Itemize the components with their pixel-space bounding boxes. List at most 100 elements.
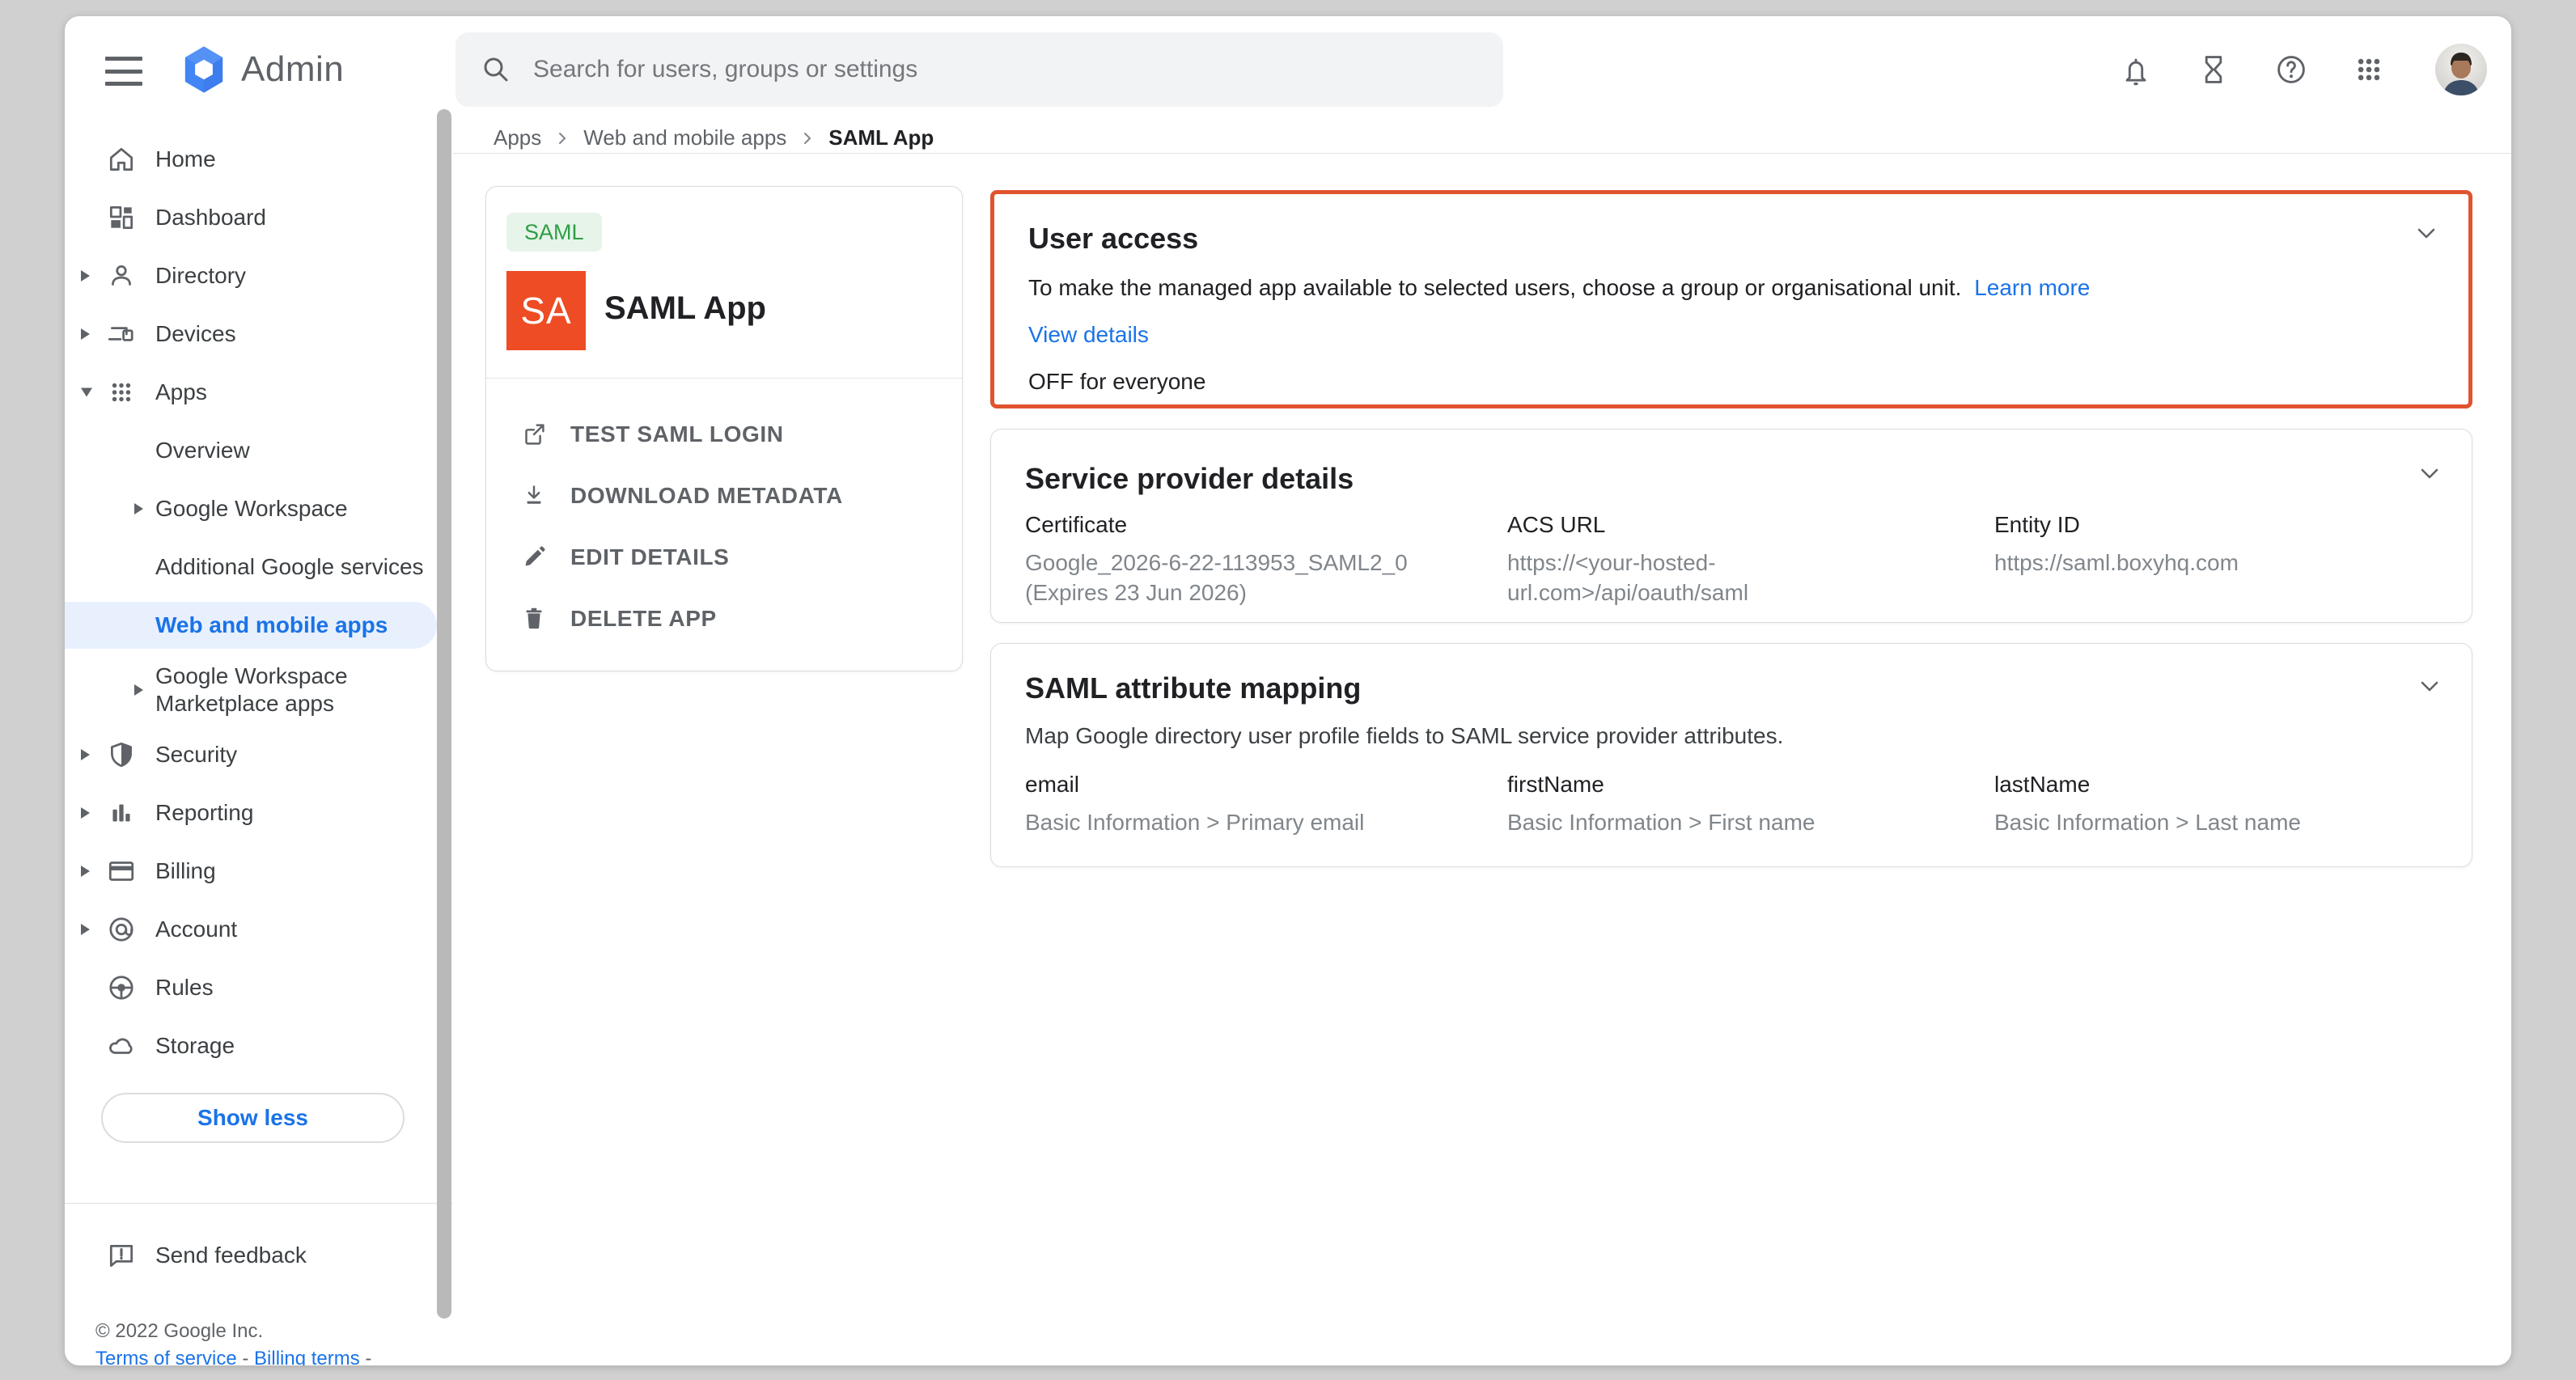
expand-right-icon	[81, 749, 90, 760]
bar-chart-icon	[104, 795, 139, 831]
expand-right-icon	[81, 807, 90, 819]
sidebar-item-directory[interactable]: Directory	[65, 247, 453, 305]
user-access-title: User access	[1028, 222, 1198, 256]
pencil-icon	[519, 542, 549, 573]
search-bar[interactable]	[455, 32, 1503, 107]
header-icon-buttons	[2116, 16, 2487, 123]
view-details-link[interactable]: View details	[1028, 322, 1149, 347]
learn-more-link[interactable]: Learn more	[1974, 275, 2090, 300]
app-title: SAML App	[604, 290, 766, 327]
feedback-icon	[104, 1238, 139, 1273]
sidebar-item-marketplace-apps[interactable]: Google Workspace Marketplace apps	[65, 654, 453, 726]
breadcrumb-web-and-mobile-apps[interactable]: Web and mobile apps	[583, 125, 786, 150]
dashboard-icon	[104, 200, 139, 235]
hamburger-menu-icon[interactable]	[105, 57, 142, 86]
show-less-button[interactable]: Show less	[101, 1093, 405, 1143]
top-app-bar: Admin	[65, 16, 2511, 123]
apps-grid-icon	[104, 375, 139, 410]
search-icon	[480, 53, 512, 86]
chevron-down-icon[interactable]	[2415, 671, 2444, 701]
admin-console-window: Admin	[65, 16, 2511, 1365]
breadcrumb-apps[interactable]: Apps	[494, 125, 541, 150]
download-metadata-button[interactable]: DOWNLOAD METADATA	[486, 465, 962, 527]
email-mapping-field: email Basic Information > Primary email	[1025, 772, 1494, 837]
saml-type-badge: SAML	[506, 213, 602, 252]
sidebar-item-storage[interactable]: Storage	[65, 1017, 453, 1075]
sidebar-item-account[interactable]: Account	[65, 900, 453, 959]
sidebar-item-web-and-mobile-apps[interactable]: Web and mobile apps	[65, 596, 453, 654]
devices-icon	[104, 316, 139, 352]
expand-right-icon	[81, 924, 90, 935]
entity-id-field: Entity ID https://saml.boxyhq.com	[1994, 512, 2464, 578]
trash-icon	[519, 603, 549, 634]
app-summary-card: SAML SA SAML App TEST SAML LOGIN	[485, 186, 963, 671]
attribute-mapping-card: SAML attribute mapping Map Google direct…	[990, 643, 2472, 867]
sidebar-item-home[interactable]: Home	[65, 130, 453, 188]
acs-url-field: ACS URL https://<your-hosted- url.com>/a…	[1507, 512, 1976, 607]
edit-details-button[interactable]: EDIT DETAILS	[486, 527, 962, 588]
wheel-icon	[104, 970, 139, 1005]
body-row: Home Dashboard	[65, 123, 2511, 1365]
footer-links: Terms of service - Billing terms -	[95, 1348, 371, 1365]
breadcrumb-current: SAML App	[828, 125, 934, 150]
sidebar-item-apps[interactable]: Apps	[65, 363, 453, 421]
app-avatar: SA	[506, 271, 586, 350]
certificate-field: Certificate Google_2026-6-22-113953_SAML…	[1025, 512, 1494, 607]
user-access-description: To make the managed app available to sel…	[1028, 275, 2090, 301]
google-admin-logo: Admin	[181, 45, 344, 94]
product-name: Admin	[241, 49, 344, 90]
attribute-mapping-subtitle: Map Google directory user profile fields…	[1025, 723, 1783, 749]
test-saml-login-button[interactable]: TEST SAML LOGIN	[486, 404, 962, 465]
sidebar-footer: © 2022 Google Inc. Terms of service - Bi…	[95, 1320, 371, 1365]
sidebar-item-google-workspace[interactable]: Google Workspace	[65, 480, 453, 538]
apps-grid-icon	[2351, 52, 2387, 87]
card-divider	[486, 378, 962, 379]
user-access-status: OFF for everyone	[1028, 369, 1205, 395]
sidebar-item-devices[interactable]: Devices	[65, 305, 453, 363]
chevron-down-icon[interactable]	[2412, 218, 2441, 248]
expand-right-icon	[134, 503, 143, 514]
terms-of-service-link[interactable]: Terms of service	[95, 1348, 237, 1365]
help-button[interactable]	[2272, 50, 2311, 89]
billing-terms-link[interactable]: Billing terms	[254, 1348, 360, 1365]
pending-tasks-button[interactable]	[2194, 50, 2233, 89]
user-access-card: User access To make the managed app avai…	[990, 190, 2472, 408]
account-avatar[interactable]	[2435, 44, 2487, 95]
sidebar-item-additional-google-services[interactable]: Additional Google services	[65, 538, 453, 596]
open-in-new-icon	[519, 419, 549, 450]
firstname-mapping-field: firstName Basic Information > First name	[1507, 772, 1976, 837]
chevron-down-icon[interactable]	[2415, 459, 2444, 488]
sidebar-divider	[65, 1203, 453, 1204]
collapse-down-icon	[81, 388, 92, 397]
breadcrumb: Apps Web and mobile apps SAML App	[453, 123, 2511, 154]
sidebar-nav: Home Dashboard	[65, 123, 453, 1365]
sidebar-item-rules[interactable]: Rules	[65, 959, 453, 1017]
delete-app-button[interactable]: DELETE APP	[486, 588, 962, 650]
send-feedback-button[interactable]: Send feedback	[65, 1226, 453, 1285]
home-icon	[104, 142, 139, 177]
sidebar-item-security[interactable]: Security	[65, 726, 453, 784]
help-icon	[2273, 52, 2309, 87]
sidebar-scrollbar[interactable]	[437, 109, 451, 1319]
cloud-icon	[104, 1028, 139, 1064]
bell-icon	[2118, 52, 2154, 87]
screen: Admin	[0, 0, 2576, 1380]
search-input[interactable]	[533, 56, 1479, 83]
sidebar-item-reporting[interactable]: Reporting	[65, 784, 453, 842]
person-icon	[104, 258, 139, 294]
attribute-mapping-title: SAML attribute mapping	[1025, 671, 1361, 705]
copyright-text: © 2022 Google Inc.	[95, 1320, 371, 1343]
download-icon	[519, 480, 549, 511]
chevron-right-icon	[799, 130, 816, 146]
shield-icon	[104, 737, 139, 773]
sidebar-item-dashboard[interactable]: Dashboard	[65, 188, 453, 247]
expand-right-icon	[134, 684, 143, 696]
expand-right-icon	[81, 328, 90, 340]
google-apps-launcher-button[interactable]	[2349, 50, 2388, 89]
expand-right-icon	[81, 866, 90, 877]
sidebar-item-billing[interactable]: Billing	[65, 842, 453, 900]
notifications-button[interactable]	[2116, 50, 2155, 89]
sidebar-item-overview[interactable]: Overview	[65, 421, 453, 480]
expand-right-icon	[81, 270, 90, 282]
content-area: Apps Web and mobile apps SAML App SAML S…	[453, 123, 2511, 1365]
